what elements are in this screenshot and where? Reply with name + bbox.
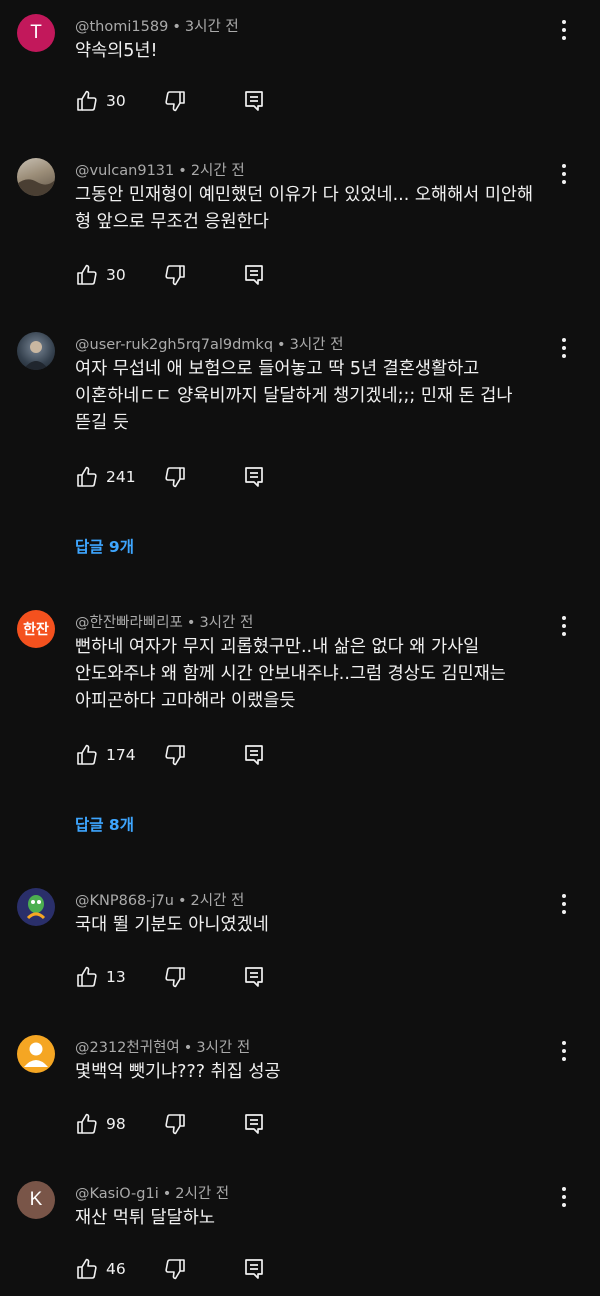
- comment-actions: 241: [75, 465, 335, 491]
- like-icon[interactable]: [75, 89, 99, 113]
- avatar[interactable]: [17, 332, 55, 370]
- timestamp: 3시간 전: [199, 615, 254, 631]
- separator-dot: •: [183, 1040, 193, 1056]
- dislike-icon[interactable]: [163, 743, 187, 767]
- dislike-icon[interactable]: [163, 1257, 187, 1281]
- like-count: 46: [106, 1260, 126, 1278]
- view-replies-link[interactable]: 답글 8개: [75, 813, 134, 835]
- comment-actions: 13: [75, 965, 335, 991]
- comment-text: 재산 먹튀 달달하노: [75, 1208, 215, 1228]
- author-handle[interactable]: @KNP868-j7u: [75, 893, 174, 909]
- dislike-icon[interactable]: [163, 263, 187, 287]
- view-replies-link[interactable]: 답글 9개: [75, 535, 134, 557]
- avatar[interactable]: 한잔: [17, 610, 55, 648]
- comment-text: 약속의5년!: [75, 41, 158, 61]
- separator-dot: •: [177, 893, 187, 909]
- person-photo-avatar-image: [23, 341, 49, 370]
- comment-text: 국대 뛸 기분도 아니였겠네: [75, 915, 269, 935]
- author-handle[interactable]: @2312천귀현여: [75, 1040, 180, 1056]
- comment-actions: 98: [75, 1112, 335, 1138]
- comment-actions: 174: [75, 743, 335, 769]
- reply-icon[interactable]: [242, 465, 266, 489]
- default-person-icon: [24, 1042, 48, 1067]
- dislike-icon[interactable]: [163, 89, 187, 113]
- avatar[interactable]: [17, 888, 55, 926]
- avatar[interactable]: T: [17, 14, 55, 52]
- like-count: 174: [106, 746, 136, 764]
- author-handle[interactable]: @한잔빠라삐리포: [75, 615, 183, 631]
- comment-actions: 30: [75, 89, 335, 115]
- like-count: 30: [106, 92, 126, 110]
- dislike-icon[interactable]: [163, 465, 187, 489]
- landscape-avatar-image: [17, 179, 55, 196]
- comment-meta: @vulcan9131 • 2시간 전: [75, 159, 245, 180]
- reply-icon[interactable]: [242, 965, 266, 989]
- timestamp: 2시간 전: [190, 163, 245, 179]
- comment-meta: @user-ruk2gh5rq7al9dmkq • 3시간 전: [75, 333, 343, 354]
- cartoon-avatar-image: [26, 895, 46, 920]
- timestamp: 2시간 전: [190, 893, 245, 909]
- reply-icon[interactable]: [242, 743, 266, 767]
- like-count: 13: [106, 968, 126, 986]
- reply-icon[interactable]: [242, 1257, 266, 1281]
- timestamp: 3시간 전: [184, 19, 239, 35]
- separator-dot: •: [277, 337, 286, 353]
- comment-actions: 30: [75, 263, 335, 289]
- separator-dot: •: [172, 19, 181, 35]
- avatar[interactable]: K: [17, 1181, 55, 1219]
- timestamp: 3시간 전: [196, 1040, 251, 1056]
- like-icon[interactable]: [75, 965, 99, 989]
- author-handle[interactable]: @thomi1589: [75, 19, 168, 35]
- author-handle[interactable]: @user-ruk2gh5rq7al9dmkq: [75, 337, 273, 353]
- timestamp: 3시간 전: [289, 337, 344, 353]
- avatar[interactable]: [17, 158, 55, 196]
- like-count: 98: [106, 1115, 126, 1133]
- comment-text: 뻔하네 여자가 무지 괴롭혔구만..내 삶은 없다 왜 가사일 안도와주냐 왜 …: [75, 637, 506, 711]
- comment-meta: @thomi1589 • 3시간 전: [75, 15, 239, 36]
- dislike-icon[interactable]: [163, 965, 187, 989]
- like-count: 241: [106, 468, 136, 486]
- separator-dot: •: [178, 163, 187, 179]
- like-icon[interactable]: [75, 1112, 99, 1136]
- author-handle[interactable]: @vulcan9131: [75, 163, 174, 179]
- comment-meta: @한잔빠라삐리포 • 3시간 전: [75, 611, 253, 632]
- comment-text: 몇백억 뺏기냐??? 취집 성공: [75, 1062, 281, 1082]
- avatar[interactable]: [17, 1035, 55, 1073]
- comment-meta: @KasiO-g1i • 2시간 전: [75, 1182, 229, 1203]
- timestamp: 2시간 전: [175, 1186, 230, 1202]
- separator-dot: •: [162, 1186, 172, 1202]
- comment-actions: 46: [75, 1257, 335, 1283]
- comment-meta: @KNP868-j7u • 2시간 전: [75, 889, 244, 910]
- like-icon[interactable]: [75, 263, 99, 287]
- author-handle[interactable]: @KasiO-g1i: [75, 1186, 159, 1202]
- like-count: 30: [106, 266, 126, 284]
- dislike-icon[interactable]: [163, 1112, 187, 1136]
- like-icon[interactable]: [75, 465, 99, 489]
- comment-text: 여자 무섭네 애 보험으로 들어놓고 딱 5년 결혼생활하고 이혼하네ㄷㄷ 양육…: [75, 359, 513, 433]
- comment-text: 그동안 민재형이 예민했던 이유가 다 있었네... 오해해서 미안해 형 앞으…: [75, 185, 534, 232]
- reply-icon[interactable]: [242, 89, 266, 113]
- reply-icon[interactable]: [242, 1112, 266, 1136]
- like-icon[interactable]: [75, 743, 99, 767]
- separator-dot: •: [186, 615, 196, 631]
- comment-meta: @2312천귀현여 • 3시간 전: [75, 1036, 250, 1057]
- like-icon[interactable]: [75, 1257, 99, 1281]
- reply-icon[interactable]: [242, 263, 266, 287]
